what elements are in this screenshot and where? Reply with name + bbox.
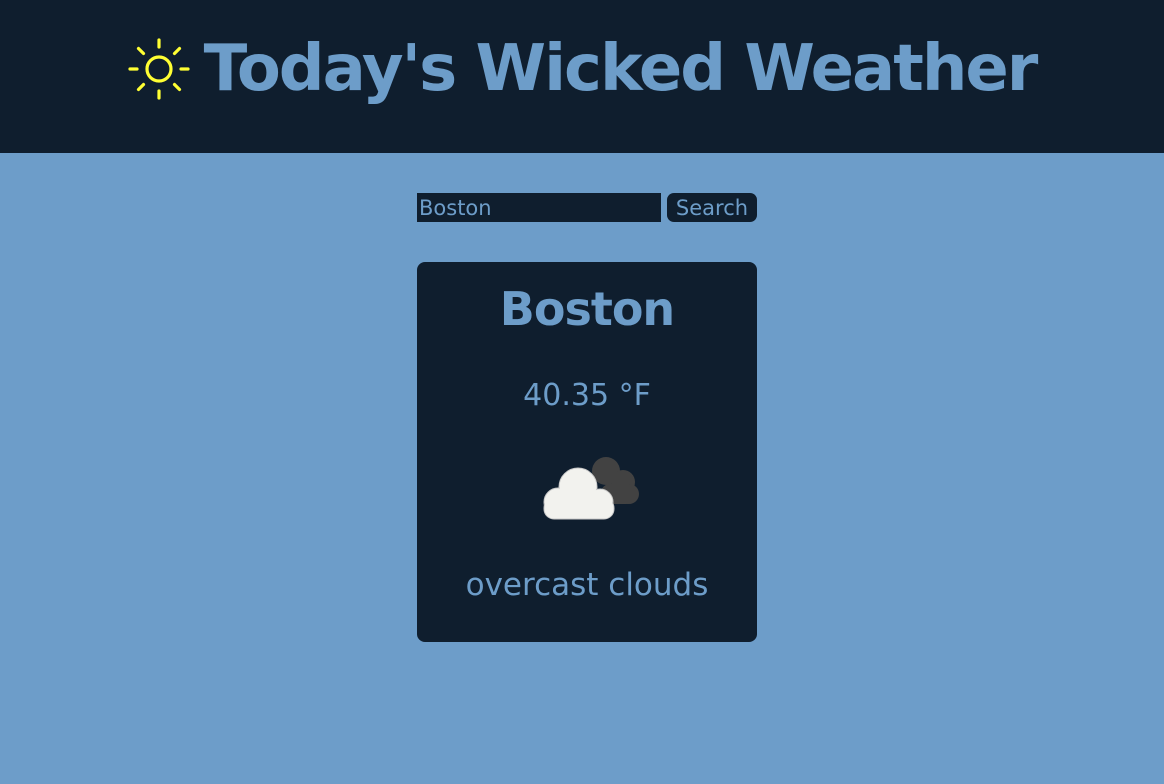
- temperature-readout: 40.35 °F: [417, 378, 757, 413]
- weather-card: Boston 40.35 °F overcast clouds: [417, 262, 757, 642]
- city-name: Boston: [499, 282, 675, 336]
- overcast-clouds-icon: [543, 457, 639, 520]
- weather-description: overcast clouds: [465, 567, 709, 603]
- temperature-value: 40.35: [523, 378, 610, 413]
- page-title: Today's Wicked Weather: [203, 31, 1039, 106]
- header: Today's Wicked Weather: [0, 0, 1164, 153]
- search-input[interactable]: [417, 193, 661, 222]
- sun-icon: [128, 37, 190, 100]
- search-button[interactable]: Search: [667, 193, 757, 222]
- header-content: Today's Wicked Weather: [128, 31, 1039, 106]
- search-bar: Search: [417, 193, 757, 222]
- temperature-unit: °F: [618, 378, 651, 413]
